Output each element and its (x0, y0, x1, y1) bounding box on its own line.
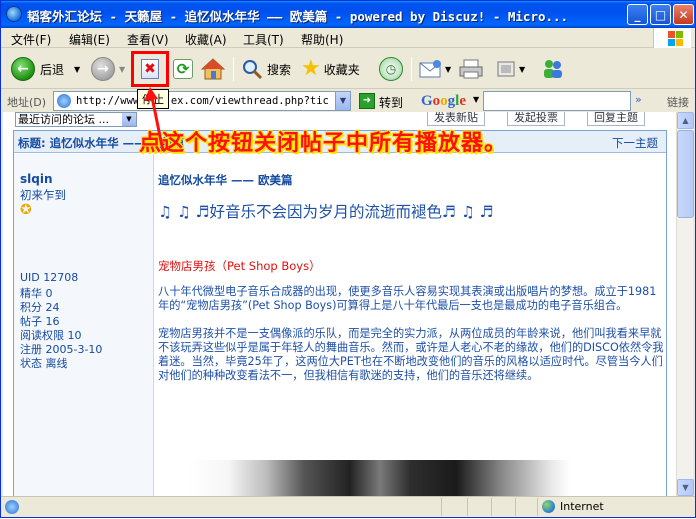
history-button[interactable]: ◷ (379, 54, 403, 84)
minimize-button[interactable]: _ (627, 4, 648, 25)
address-dropdown-icon[interactable]: ▼ (335, 92, 350, 110)
favorites-label: 收藏夹 (323, 62, 360, 77)
menu-view[interactable]: 查看(V) (127, 31, 169, 48)
title-bar: 韬客外汇论坛 - 天籁屋 - 追忆似水年华 —— 欧美篇 - powered b… (1, 1, 695, 28)
page-status-icon (5, 500, 19, 514)
vertical-scrollbar[interactable]: ▲ ▼ (676, 112, 694, 496)
refresh-button[interactable]: ⟳ (173, 59, 193, 79)
favorites-button[interactable]: ★ 收藏夹 (301, 54, 360, 84)
reply-button[interactable]: 回复主题 (587, 112, 645, 126)
favorites-star-icon: ★ (301, 56, 321, 81)
status-divider (491, 498, 492, 516)
menu-favorites[interactable]: 收藏(A) (185, 31, 227, 48)
printer-icon (459, 59, 483, 79)
google-letter: o (440, 93, 448, 109)
back-arrow-icon: ← (11, 57, 35, 81)
rank-star-icon: ✪ (20, 202, 32, 218)
back-button[interactable]: ← 后退 ▼ (11, 54, 80, 84)
messenger-button[interactable] (541, 54, 565, 84)
status-divider (467, 498, 468, 516)
windows-logo-icon (653, 28, 691, 48)
annotation-text: 点这个按钮关闭帖子中所有播放器。 (139, 131, 508, 156)
address-url: http://www.t...ex.com/viewthread.php?tic (76, 95, 329, 107)
mail-dropdown-icon[interactable]: ▼ (445, 65, 451, 74)
stop-tooltip: 停止 (137, 89, 169, 109)
status-divider (515, 498, 516, 516)
recent-forums-dropdown-icon: ▼ (122, 113, 136, 126)
status-bar: Internet (1, 496, 695, 517)
search-label: 搜索 (267, 62, 292, 77)
google-dropdown-icon[interactable]: ▼ (473, 95, 479, 104)
recent-forums-select[interactable]: 最近访问的论坛 ... ▼ (15, 112, 137, 127)
internet-globe-icon (542, 500, 555, 513)
links-label[interactable]: 链接 (667, 94, 689, 110)
menu-edit[interactable]: 编辑(E) (69, 31, 110, 48)
back-dropdown-icon[interactable]: ▼ (74, 65, 80, 74)
history-clock-icon: ◷ (379, 57, 403, 81)
go-button[interactable]: 转到 (379, 94, 403, 111)
menu-tools[interactable]: 工具(T) (243, 31, 284, 48)
more-chevron-icon[interactable]: » (635, 93, 642, 106)
messenger-people-icon (544, 60, 562, 78)
band-name: 宠物店男孩（Pet Shop Boys） (158, 259, 321, 273)
toolbar-separator (233, 57, 234, 81)
new-poll-button[interactable]: 发起投票 (507, 112, 565, 126)
google-letter: G (421, 93, 433, 109)
google-letter: e (459, 93, 467, 109)
go-arrow-icon[interactable]: ➜ (359, 93, 375, 109)
post-title: 追忆似水年华 —— 欧美篇 (158, 173, 293, 187)
page-content: 最近访问的论坛 ... ▼ 发表新贴 发起投票 回复主题 标题: 追忆似水年华 … (3, 112, 677, 496)
mail-button[interactable]: ▼ (419, 54, 451, 84)
new-thread-button[interactable]: 发表新贴 (427, 112, 485, 126)
maximize-button[interactable]: □ (650, 4, 671, 25)
back-label: 后退 (40, 62, 65, 77)
stop-button[interactable]: ✖ (141, 59, 159, 79)
menu-help[interactable]: 帮助(H) (301, 31, 343, 48)
band-photo (190, 460, 570, 496)
status-divider (441, 498, 442, 516)
next-topic-link[interactable]: 下一主题 (612, 135, 658, 151)
address-bar: 地址(D) http://www.t...ex.com/viewthread.p… (1, 90, 695, 112)
mail-envelope-icon (419, 60, 441, 78)
post-headline: ♫ ♫ ♬好音乐不会因为岁月的流逝而褪色♬ ♫ ♬ (158, 203, 494, 221)
post-paragraph: 八十年代微型电子音乐合成器的出现，使更多音乐人容易实现其表演或出版唱片的梦想。成… (158, 285, 657, 312)
ie-app-icon (6, 6, 22, 22)
security-zone: Internet (537, 498, 693, 516)
scroll-down-arrow-icon[interactable]: ▼ (677, 479, 694, 496)
edit-button[interactable]: ▼ (495, 54, 525, 84)
author-name[interactable]: slqin (20, 172, 53, 186)
forward-arrow-icon: → (91, 57, 115, 81)
zone-label: Internet (560, 500, 604, 513)
toolbar: ← 后退 ▼ → ▼ ✖ ⟳ 搜索 ★ 收藏夹 ◷ ▼ ▼ (1, 49, 695, 89)
forward-button[interactable]: → ▼ (91, 54, 125, 84)
search-icon (243, 60, 263, 80)
google-search-input[interactable] (483, 91, 631, 111)
forward-dropdown-icon[interactable]: ▼ (119, 65, 125, 74)
window-title: 韬客外汇论坛 - 天籁屋 - 追忆似水年华 —— 欧美篇 - powered b… (27, 9, 569, 24)
post-paragraph: 宠物店男孩并不是一支偶像派的乐队，而是完全的实力派，从两位成员的年龄来说，他们叫… (158, 327, 664, 382)
author-stat: UID 12708 (20, 271, 79, 284)
browser-window: 韬客外汇论坛 - 天籁屋 - 追忆似水年华 —— 欧美篇 - powered b… (0, 0, 696, 518)
home-button[interactable] (201, 58, 225, 80)
page-ie-icon (57, 94, 71, 108)
author-rank: 初来乍到 (20, 188, 66, 202)
scroll-up-arrow-icon[interactable]: ▲ (677, 112, 694, 129)
address-input[interactable]: http://www.t...ex.com/viewthread.php?tic… (53, 91, 351, 111)
author-stat: 状态 离线 (20, 357, 68, 370)
address-label: 地址(D) (7, 96, 47, 109)
post-frame: 标题: 追忆似水年华 —— 欧美篇 下一主题 slqin 初来乍到 ✪ UID … (13, 130, 667, 496)
print-button[interactable] (459, 54, 483, 84)
post-body: 追忆似水年华 —— 欧美篇 ♫ ♫ ♬好音乐不会因为岁月的流逝而褪色♬ ♫ ♬ … (158, 154, 664, 496)
edit-page-icon (497, 61, 515, 77)
edit-dropdown-icon[interactable]: ▼ (519, 65, 525, 74)
close-button[interactable]: ✕ (673, 4, 694, 25)
menu-bar: 文件(F) 编辑(E) 查看(V) 收藏(A) 工具(T) 帮助(H) (1, 28, 695, 48)
recent-forums-label: 最近访问的论坛 ... (18, 113, 109, 126)
author-panel: slqin 初来乍到 ✪ UID 12708 精华 0 积分 24 帖子 16 … (14, 154, 154, 496)
scroll-thumb[interactable] (677, 130, 694, 218)
menu-file[interactable]: 文件(F) (11, 31, 51, 48)
toolbar-separator (411, 57, 412, 81)
google-logo[interactable]: Google (421, 93, 466, 110)
search-button[interactable]: 搜索 (241, 54, 291, 84)
